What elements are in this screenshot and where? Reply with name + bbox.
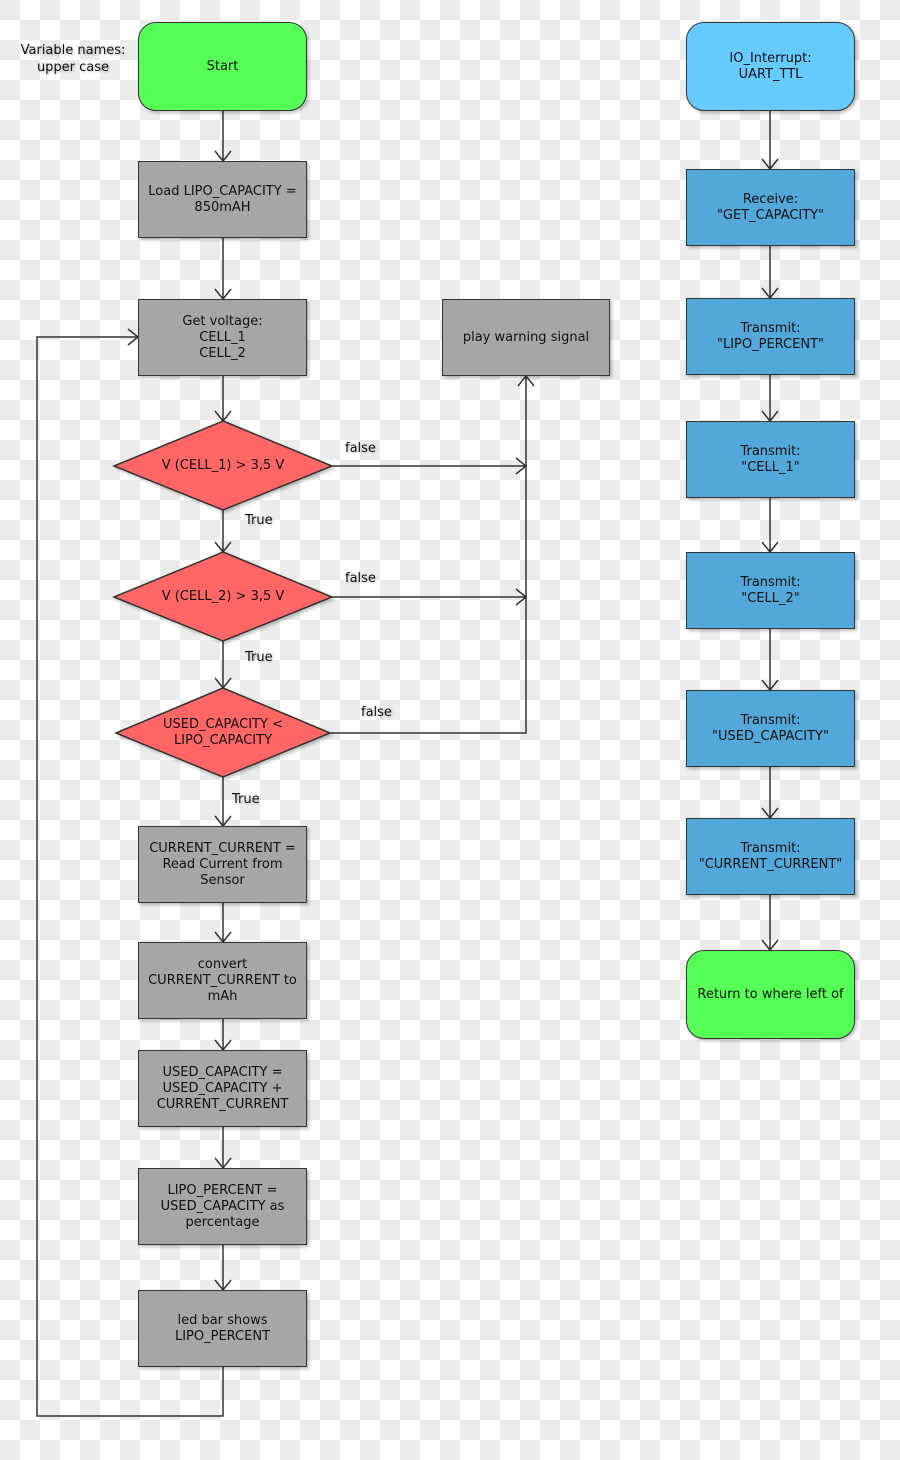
false-branch-1 — [332, 457, 528, 475]
interrupt-node[interactable]: IO_Interrupt: UART_TTL — [686, 22, 855, 111]
transmit-percent-node[interactable]: Transmit: "LIPO_PERCENT" — [686, 298, 855, 375]
edge-label-true-2: True — [245, 650, 273, 665]
return-node[interactable]: Return to where left of — [686, 950, 855, 1039]
transmit-cell2-node[interactable]: Transmit: "CELL_2" — [686, 552, 855, 629]
arrow-percent-to-led — [214, 1245, 232, 1292]
update-used-capacity-node[interactable]: USED_CAPACITY = USED_CAPACITY + CURRENT_… — [138, 1050, 307, 1127]
note-variable-names: Variable names: upper case — [20, 43, 126, 75]
arrow-decision2-to-decision3 — [214, 641, 232, 690]
arrow-load-to-voltage — [214, 238, 232, 301]
arrow-txpercent-to-txcell1 — [761, 375, 779, 423]
decision-cell2-label[interactable]: V (CELL_2) > 3,5 V — [124, 577, 322, 617]
edge-label-false-1: false — [345, 441, 376, 456]
arrow-voltage-to-decision1 — [214, 376, 232, 423]
arrow-convert-to-update — [214, 1019, 232, 1052]
arrow-txcell2-to-txused — [761, 629, 779, 692]
edge-label-false-2: false — [345, 571, 376, 586]
decision-cell1-label[interactable]: V (CELL_1) > 3,5 V — [124, 446, 322, 486]
arrow-decision1-to-decision2 — [214, 510, 232, 554]
decision-capacity-label[interactable]: USED_CAPACITY < LIPO_CAPACITY — [124, 713, 322, 753]
get-voltage-node[interactable]: Get voltage: CELL_1 CELL_2 — [138, 299, 307, 376]
arrow-read-to-convert — [214, 903, 232, 944]
receive-node[interactable]: Receive: "GET_CAPACITY" — [686, 169, 855, 246]
arrow-receive-to-txpercent — [761, 246, 779, 300]
read-current-node[interactable]: CURRENT_CURRENT = Read Current from Sens… — [138, 826, 307, 903]
arrow-start-to-load — [214, 111, 232, 163]
arrow-txcell1-to-txcell2 — [761, 498, 779, 554]
edge-label-false-3: false — [361, 705, 392, 720]
warning-signal-node[interactable]: play warning signal — [442, 299, 610, 376]
arrow-interrupt-to-receive — [761, 111, 779, 171]
arrow-txcurrent-to-return — [761, 895, 779, 952]
convert-current-node[interactable]: convert CURRENT_CURRENT to mAh — [138, 942, 307, 1019]
edge-label-true-1: True — [245, 513, 273, 528]
compute-percent-node[interactable]: LIPO_PERCENT = USED_CAPACITY as percenta… — [138, 1168, 307, 1245]
arrow-decision3-to-read — [214, 777, 232, 828]
load-capacity-node[interactable]: Load LIPO_CAPACITY = 850mAH — [138, 161, 307, 238]
led-bar-node[interactable]: led bar shows LIPO_PERCENT — [138, 1290, 307, 1367]
transmit-current-node[interactable]: Transmit: "CURRENT_CURRENT" — [686, 818, 855, 895]
arrow-txused-to-txcurrent — [761, 767, 779, 820]
false-branch-3 — [330, 374, 535, 734]
start-node[interactable]: Start — [138, 22, 307, 111]
arrow-update-to-percent — [214, 1127, 232, 1170]
edge-label-true-3: True — [232, 792, 260, 807]
transmit-cell1-node[interactable]: Transmit: "CELL_1" — [686, 421, 855, 498]
false-branch-2 — [332, 588, 528, 606]
transmit-used-capacity-node[interactable]: Transmit: "USED_CAPACITY" — [686, 690, 855, 767]
